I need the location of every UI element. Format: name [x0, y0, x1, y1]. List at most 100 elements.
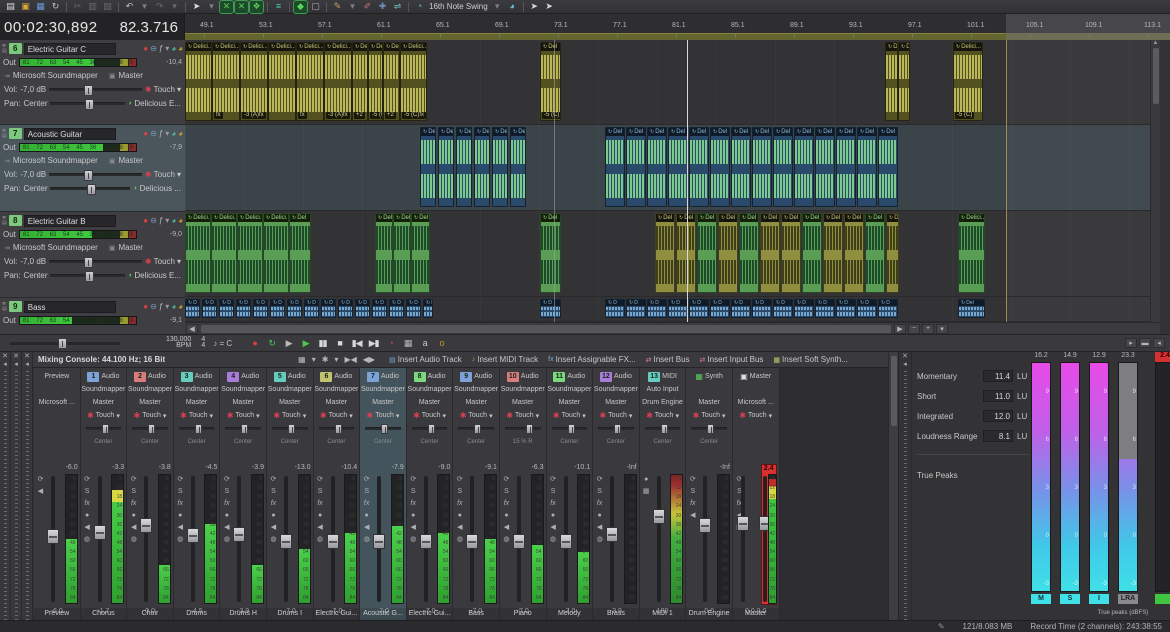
pan-value[interactable]: Center	[23, 99, 47, 108]
automation-caret[interactable]: ▾	[210, 412, 214, 420]
split-clips-button[interactable]: ✕	[220, 1, 233, 13]
write-icon[interactable]: ◍	[84, 536, 90, 544]
audio-clip[interactable]: ↻D	[253, 299, 268, 318]
automation-caret[interactable]: ▾	[582, 412, 586, 420]
redo-caret[interactable]: ▾	[168, 1, 181, 13]
automation-caret[interactable]: ▾	[177, 257, 181, 266]
write-icon[interactable]: ◍	[131, 536, 137, 544]
open-folder-button[interactable]: ▣	[19, 1, 32, 13]
solo-safe-icon[interactable]: S	[458, 488, 463, 496]
audio-clip[interactable]: ↻D	[372, 299, 387, 318]
strip-name[interactable]: Electric Gui...	[314, 608, 360, 620]
strip-fader[interactable]	[144, 476, 148, 602]
automation-label[interactable]: Touch	[701, 412, 720, 419]
loop-button[interactable]: ↻	[264, 336, 279, 350]
strip-name[interactable]: Drums	[174, 608, 220, 620]
audio-clip[interactable]: ↻D	[647, 299, 667, 318]
channel-strip-drum-engine[interactable]: ▦SynthMaster✱Touch▾Center-Inf⟳Sfx◀612182…	[686, 368, 733, 620]
group-icon[interactable]: ⟳	[177, 476, 183, 484]
strip-input[interactable]: Soundmapper	[220, 383, 266, 396]
record-arm-icon[interactable]: ●	[504, 512, 508, 520]
record-arm-icon[interactable]: ●	[365, 512, 369, 520]
console-options-button[interactable]: ✱	[322, 355, 329, 364]
dropdown-caret-icon[interactable]: ▾	[165, 303, 169, 311]
strip-pan-slider[interactable]	[365, 427, 401, 439]
audio-clip[interactable]: ↻D	[236, 299, 251, 318]
strip-pan-slider[interactable]	[645, 427, 681, 439]
loop-region-band[interactable]	[185, 33, 1006, 40]
input-monitor-icon[interactable]: ◀	[504, 524, 509, 532]
vol-value[interactable]: -7,0 dB	[20, 257, 46, 266]
automation-caret[interactable]: ▾	[177, 170, 181, 179]
strip-output[interactable]: Drum Engine	[640, 396, 686, 409]
panel-expand-button[interactable]: ◂	[1153, 338, 1165, 348]
overdub-button[interactable]: o	[434, 336, 449, 350]
strip-automation[interactable]: ✱Touch▾	[220, 409, 266, 422]
write-icon[interactable]: ◍	[410, 536, 416, 544]
clip-fx-link[interactable]: ◗Delicious E...	[128, 99, 181, 108]
strip-fader[interactable]	[741, 476, 745, 602]
audio-clip[interactable]: ↻Del	[857, 127, 877, 207]
automation-label[interactable]: Touch	[235, 412, 254, 419]
track-output[interactable]: Master	[118, 156, 142, 165]
strip-input[interactable]: Soundmapper	[174, 383, 220, 396]
channel-strip-preview[interactable]: PreviewMicrosoft ...-6.0⟳◀61218243036424…	[34, 368, 81, 620]
channel-strip-chorus[interactable]: 1AudioSoundmapperMaster✱Touch▾Center-3.3…	[81, 368, 128, 620]
fx-bypass-icon[interactable]: ƒ	[159, 303, 163, 311]
nudge-tool-button[interactable]: ✚	[376, 1, 389, 13]
strip-fader-thumb[interactable]	[373, 534, 385, 549]
record-arm-icon[interactable]: ●	[225, 512, 229, 520]
fx-chain-name[interactable]: Delicious ...	[140, 184, 181, 193]
record-arm-icon[interactable]: ●	[551, 512, 555, 520]
strip-pan-slider[interactable]	[179, 427, 215, 439]
audio-clip[interactable]: ↻D	[270, 299, 285, 318]
automation-label[interactable]: Touch	[748, 412, 767, 419]
groove-clip-select[interactable]: 16th Note Swing	[429, 2, 488, 11]
audio-clip[interactable]: ↻Del	[815, 127, 835, 207]
channel-strip-melody[interactable]: 11AudioSoundmapperMaster✱Touch▾Center-10…	[547, 368, 594, 620]
clip-fx-badge[interactable]: -5 (C)	[955, 112, 974, 119]
automation-label[interactable]: Touch	[608, 412, 627, 419]
group-icon[interactable]: ⟳	[504, 476, 510, 484]
audio-clip[interactable]: ↻D	[689, 299, 709, 318]
audio-clip[interactable]: ↻Del	[474, 127, 490, 207]
input-monitor-icon[interactable]: ◀	[317, 524, 322, 532]
input-monitor-icon[interactable]: ◀	[457, 524, 462, 532]
key-display[interactable]: ♪ = C	[213, 339, 232, 348]
audio-clip[interactable]: ↻Del	[438, 127, 454, 207]
audio-clip[interactable]: ↻D	[605, 299, 625, 318]
record-arm-icon[interactable]: ●	[598, 512, 602, 520]
strip-fader[interactable]	[284, 476, 288, 602]
audio-clip[interactable]: ↻D	[287, 299, 302, 318]
pan-thumb[interactable]	[381, 424, 388, 434]
audio-clip[interactable]: ↻Del	[676, 213, 696, 293]
strip-input[interactable]: Soundmapper	[314, 383, 360, 396]
audio-clip[interactable]: ↻Delici...	[185, 213, 211, 293]
strip-pan-slider[interactable]	[552, 427, 588, 439]
track-name-field[interactable]: Acoustic Guitar	[24, 128, 116, 140]
pan-track[interactable]	[179, 427, 215, 430]
fx-icon[interactable]: fx	[690, 500, 695, 508]
group-icon[interactable]: ⟳	[410, 476, 416, 484]
channel-strip-choir[interactable]: 2AudioSoundmapperMaster✱Touch▾Center-3.8…	[127, 368, 174, 620]
strip-fader[interactable]	[564, 476, 568, 602]
fx-icon[interactable]: fx	[317, 500, 322, 508]
pan-track[interactable]	[272, 427, 308, 430]
write-icon[interactable]: ◍	[317, 536, 323, 544]
strip-pan-slider[interactable]	[272, 427, 308, 439]
volume-slider-thumb[interactable]	[84, 170, 93, 181]
strip-fader[interactable]	[191, 476, 195, 602]
snap-to-grid-button[interactable]: ◆	[294, 1, 307, 13]
strip-name[interactable]: Piano	[500, 608, 546, 620]
zoom-preset-caret[interactable]: ▾	[936, 324, 948, 334]
clip-fx-badge[interactable]: -5 (C)fx	[370, 112, 383, 119]
go-to-end-button[interactable]: ▶▮	[366, 336, 381, 350]
audio-clip[interactable]: ↻Del	[781, 213, 801, 293]
record-button[interactable]: ●	[247, 336, 262, 350]
strip-fader-thumb[interactable]	[327, 534, 339, 549]
mute-icon[interactable]: ⊖	[150, 303, 157, 311]
tempo-slider[interactable]	[10, 342, 120, 345]
strip-pan-slider[interactable]	[738, 424, 774, 436]
audio-clip[interactable]: ↻D	[338, 299, 353, 318]
strip-pan-slider[interactable]	[691, 427, 727, 439]
